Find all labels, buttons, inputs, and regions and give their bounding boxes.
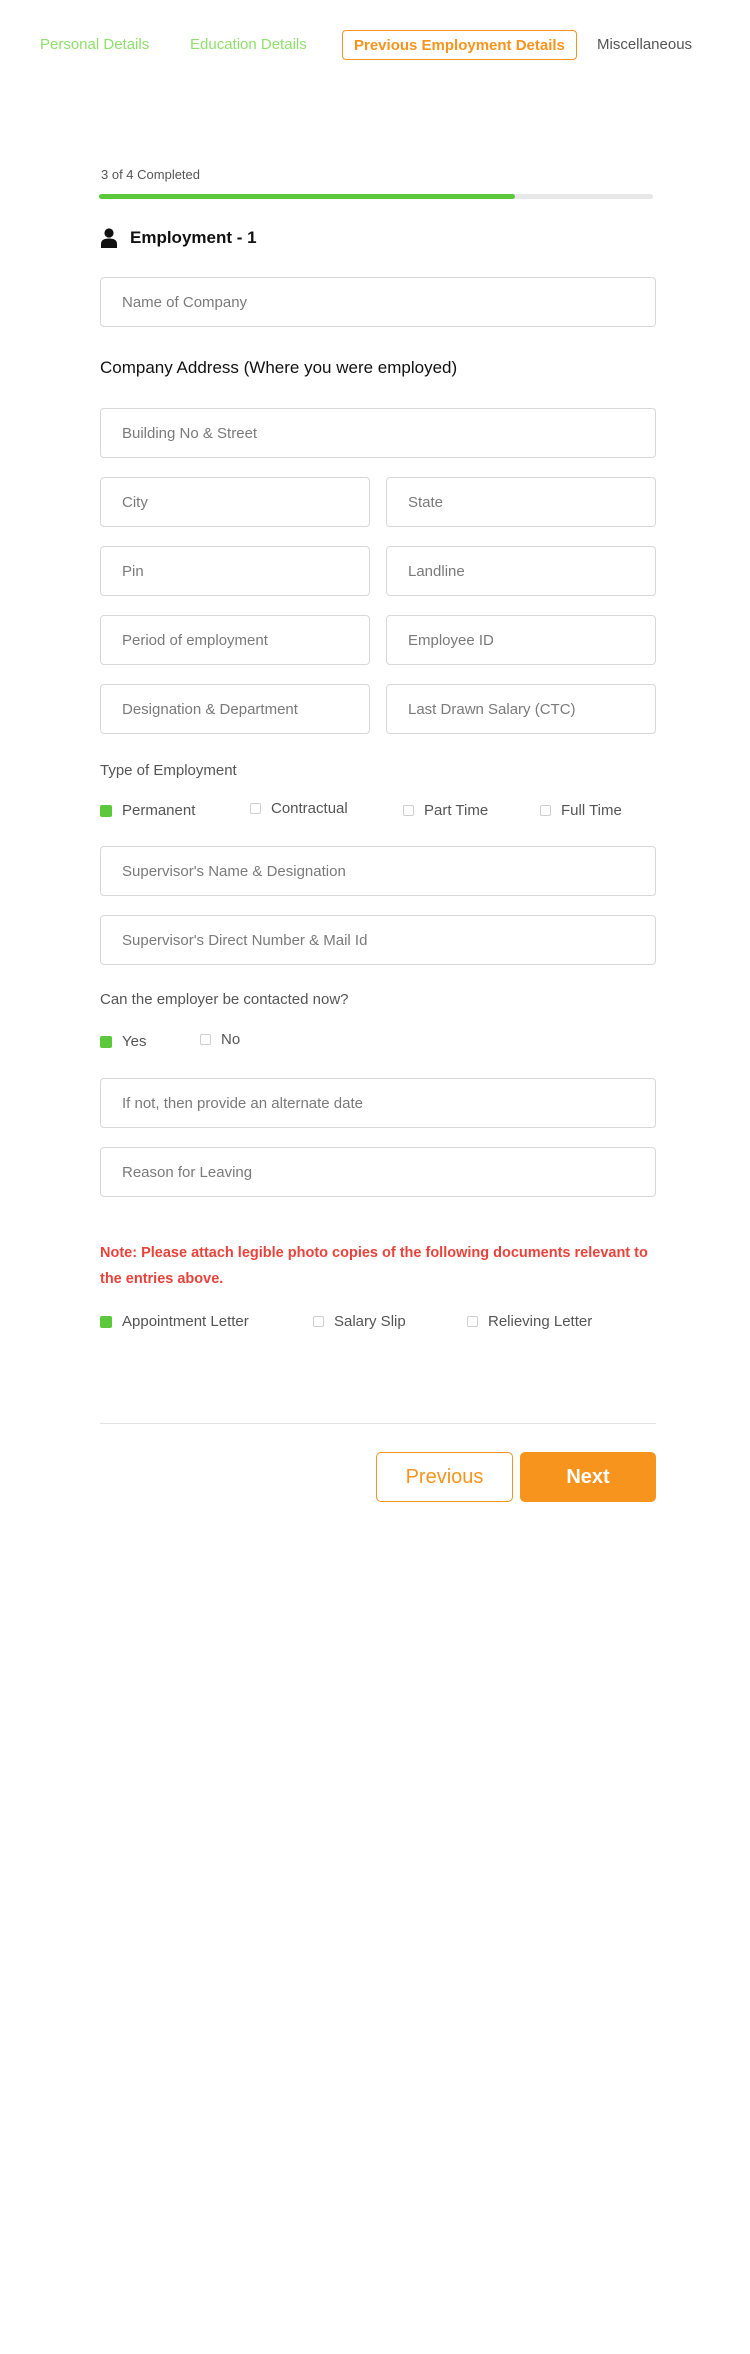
option-label: Full Time [561, 802, 622, 819]
checkbox-icon[interactable] [467, 1316, 478, 1327]
checkbox-icon[interactable] [100, 804, 112, 817]
employee-id-input[interactable] [386, 615, 656, 665]
supervisor-contact-input[interactable] [100, 915, 656, 965]
document-salary-slip[interactable]: Salary Slip [313, 1313, 406, 1330]
employment-type-label: Type of Employment [100, 762, 237, 779]
tab-personal-details[interactable]: Personal Details [40, 30, 149, 60]
checkbox-icon[interactable] [100, 1315, 112, 1328]
option-label: Relieving Letter [488, 1313, 593, 1330]
company-name-input[interactable] [100, 277, 656, 327]
progress-label: 3 of 4 Completed [101, 167, 201, 182]
option-label: Part Time [424, 802, 489, 819]
employment-type-full-time[interactable]: Full Time [540, 802, 622, 819]
tab-miscellaneous[interactable]: Miscellaneous [597, 30, 692, 60]
section-title: Employment - 1 [130, 228, 257, 247]
checkbox-icon[interactable] [100, 1035, 112, 1048]
user-icon [101, 228, 117, 248]
designation-department-input[interactable] [100, 684, 370, 734]
employment-type-permanent[interactable]: Permanent [100, 802, 195, 819]
city-input[interactable] [100, 477, 370, 527]
tab-education-details[interactable]: Education Details [190, 30, 307, 60]
pin-input[interactable] [100, 546, 370, 596]
period-of-employment-input[interactable] [100, 615, 370, 665]
company-address-heading: Company Address (Where you were employed… [100, 358, 458, 377]
next-button[interactable]: Next [520, 1452, 656, 1502]
step-tabs: Personal Details Education Details Previ… [0, 30, 750, 66]
option-label: Salary Slip [334, 1313, 406, 1330]
progress-bar-fill [99, 194, 515, 199]
tab-previous-employment-details[interactable]: Previous Employment Details [342, 30, 577, 60]
option-label: Contractual [271, 800, 348, 817]
checkbox-icon[interactable] [200, 1034, 211, 1045]
landline-input[interactable] [386, 546, 656, 596]
section-header: Employment - 1 [100, 226, 257, 250]
checkbox-icon[interactable] [403, 805, 414, 816]
checkbox-icon[interactable] [540, 805, 551, 816]
contact-option-no[interactable]: No [200, 1031, 240, 1048]
building-street-input[interactable] [100, 408, 656, 458]
contact-question-label: Can the employer be contacted now? [100, 991, 349, 1008]
employment-type-contractual[interactable]: Contractual [250, 800, 348, 817]
contact-option-yes[interactable]: Yes [100, 1033, 146, 1050]
checkbox-icon[interactable] [250, 803, 261, 814]
supervisor-name-input[interactable] [100, 846, 656, 896]
reason-for-leaving-input[interactable] [100, 1147, 656, 1197]
checkbox-icon[interactable] [313, 1316, 324, 1327]
option-label: Appointment Letter [122, 1313, 249, 1330]
divider [100, 1423, 656, 1424]
document-relieving-letter[interactable]: Relieving Letter [467, 1313, 592, 1330]
state-input[interactable] [386, 477, 656, 527]
last-drawn-salary-input[interactable] [386, 684, 656, 734]
documents-note: Note: Please attach legible photo copies… [100, 1245, 648, 1287]
option-label: No [221, 1031, 241, 1048]
option-label: Permanent [122, 802, 196, 819]
option-label: Yes [122, 1033, 147, 1050]
progress-bar [99, 194, 653, 199]
previous-button[interactable]: Previous [376, 1452, 513, 1502]
employment-type-part-time[interactable]: Part Time [403, 802, 488, 819]
document-appointment-letter[interactable]: Appointment Letter [100, 1313, 249, 1330]
alternate-date-input[interactable] [100, 1078, 656, 1128]
